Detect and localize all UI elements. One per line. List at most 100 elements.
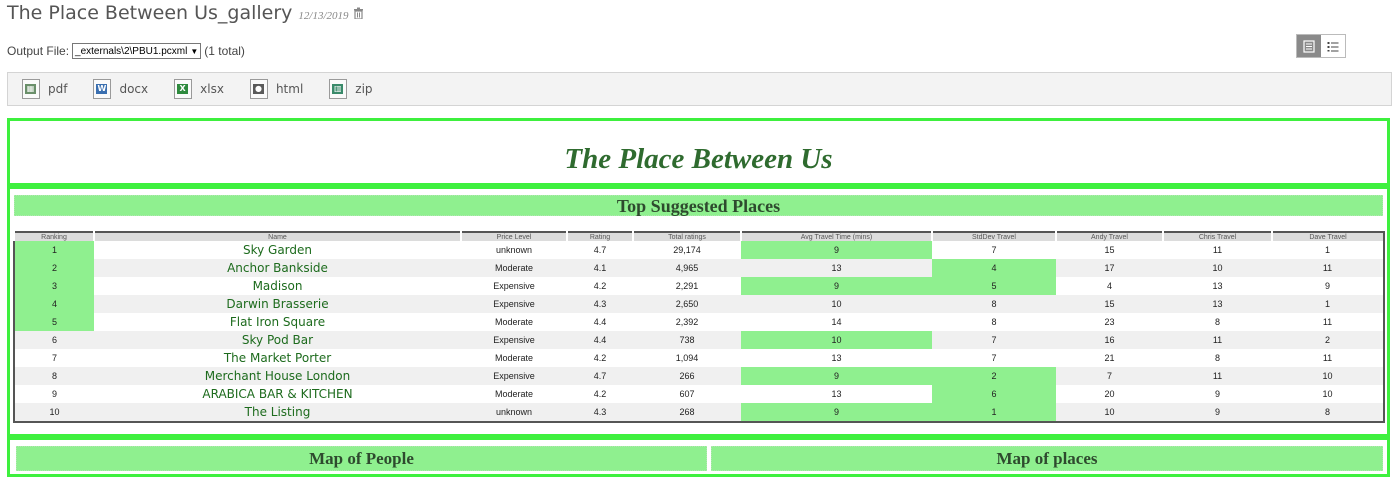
cell-name[interactable]: Darwin Brasserie bbox=[94, 295, 461, 313]
report-title: The Place Between Us bbox=[564, 143, 833, 175]
cell-chris-travel: 8 bbox=[1214, 353, 1220, 363]
cell-name[interactable]: Sky Garden bbox=[94, 241, 461, 259]
table-row: 8 Merchant House London Expensive 4.7 266 9 2 7… bbox=[14, 367, 1384, 385]
column-header-rating[interactable]: Rating bbox=[566, 232, 633, 241]
cell-dave-travel: 10 bbox=[1322, 389, 1333, 399]
top-places-table: Ranking Name Price Level Rating Total ra… bbox=[13, 231, 1385, 423]
export-pdf-button[interactable]: ▦ pdf bbox=[22, 79, 67, 99]
cell-name[interactable]: Anchor Bankside bbox=[94, 259, 461, 277]
cell-chris-travel: 9 bbox=[1163, 403, 1272, 422]
cell-name[interactable]: ARABICA BAR & KITCHEN bbox=[94, 385, 461, 403]
export-toolbar: ▦ pdf W docx X xlsx ● html ▥ zip bbox=[7, 72, 1392, 106]
cell-ranking: 10 bbox=[14, 403, 94, 422]
zip-file-icon: ▥ bbox=[329, 79, 348, 99]
cell-chris-travel: 11 bbox=[1163, 331, 1272, 349]
table-row: 6 Sky Pod Bar Expensive 4.4 738 10 7 16 11 2 bbox=[14, 331, 1384, 349]
column-header-price-level[interactable]: Price Level bbox=[460, 232, 567, 241]
table-row: 4 Darwin Brasserie Expensive 4.3 2,650 10 8 15 1… bbox=[14, 295, 1384, 313]
cell-chris-travel: 13 bbox=[1163, 295, 1272, 313]
cell-avg-travel: 9 bbox=[741, 241, 932, 259]
cell-avg-travel: 9 bbox=[741, 277, 932, 295]
cell-rating: 4.3 bbox=[567, 403, 633, 422]
cell-dave-travel: 1 bbox=[1324, 245, 1330, 255]
trash-icon[interactable] bbox=[353, 7, 364, 22]
cell-dave-travel: 11 bbox=[1272, 259, 1384, 277]
cell-rating: 4.7 bbox=[567, 367, 633, 385]
page-header: The Place Between Us_gallery 12/13/2019 bbox=[7, 2, 364, 28]
export-html-button[interactable]: ● html bbox=[249, 79, 304, 99]
cell-stddev-travel: 2 bbox=[932, 367, 1056, 385]
cell-rating: 4.4 bbox=[567, 331, 633, 349]
column-header-ranking[interactable]: Ranking bbox=[13, 232, 94, 241]
cell-avg-travel: 10 bbox=[741, 331, 932, 349]
cell-avg-travel: 9 bbox=[741, 403, 932, 422]
column-header-andy-travel[interactable]: Andy Travel bbox=[1055, 232, 1163, 241]
page-title: The Place Between Us_gallery bbox=[7, 2, 293, 24]
column-header-stddev-travel[interactable]: StdDev Travel bbox=[931, 232, 1056, 241]
cell-chris-travel: 13 bbox=[1212, 281, 1223, 291]
cell-rating: 4.3 bbox=[567, 295, 633, 313]
output-file-value: _externals\2\PBU1.pcxml bbox=[75, 45, 188, 57]
cell-name[interactable]: Flat Iron Square bbox=[94, 313, 461, 331]
chevron-down-icon: ▼ bbox=[190, 46, 199, 56]
cell-rating: 4.7 bbox=[593, 245, 607, 255]
cell-ranking: 2 bbox=[14, 259, 94, 277]
cell-rating: 4.2 bbox=[593, 353, 607, 363]
cell-rating: 4.2 bbox=[593, 389, 607, 399]
cell-ranking: 3 bbox=[14, 277, 94, 295]
cell-dave-travel: 10 bbox=[1272, 367, 1384, 385]
word-file-icon: W bbox=[93, 79, 112, 99]
cell-dave-travel: 11 bbox=[1322, 317, 1333, 327]
export-zip-button[interactable]: ▥ zip bbox=[329, 79, 373, 99]
cell-total-ratings: 607 bbox=[679, 389, 695, 399]
cell-ranking: 4 bbox=[14, 295, 94, 313]
list-view-icon[interactable] bbox=[1321, 35, 1345, 57]
cell-stddev-travel: 4 bbox=[932, 259, 1056, 277]
cell-rating: 4.1 bbox=[567, 259, 633, 277]
cell-price-level: Expensive bbox=[461, 295, 567, 313]
cell-name[interactable]: The Market Porter bbox=[94, 349, 461, 367]
export-docx-button[interactable]: W docx bbox=[93, 79, 148, 99]
cell-stddev-travel: 5 bbox=[932, 277, 1056, 295]
table-row: 1 Sky Garden unknown 4.7 29,174 9 7 15 11 1 bbox=[14, 241, 1384, 259]
cell-stddev-travel: 8 bbox=[991, 317, 997, 327]
column-header-avg-travel[interactable]: Avg Travel Time (mins) bbox=[740, 232, 932, 241]
output-file-select[interactable]: _externals\2\PBU1.pcxml ▼ bbox=[72, 43, 202, 59]
table-row: 10 The Listing unknown 4.3 268 9 1 10 9 8 bbox=[14, 403, 1384, 422]
cell-price-level: unknown bbox=[495, 245, 533, 255]
pdf-file-icon: ▦ bbox=[22, 79, 40, 99]
table-row: 2 Anchor Bankside Moderate 4.1 4,965 13 4 17 10 1… bbox=[14, 259, 1384, 277]
cell-price-level: unknown bbox=[461, 403, 567, 422]
cell-rating: 4.4 bbox=[593, 317, 607, 327]
cell-andy-travel: 16 bbox=[1056, 331, 1163, 349]
cell-stddev-travel: 7 bbox=[991, 353, 997, 363]
column-header-dave-travel[interactable]: Dave Travel bbox=[1271, 232, 1384, 241]
cell-total-ratings: 1,094 bbox=[675, 353, 699, 363]
cell-name[interactable]: Sky Pod Bar bbox=[94, 331, 461, 349]
cell-chris-travel: 11 bbox=[1163, 367, 1272, 385]
cell-name[interactable]: Madison bbox=[94, 277, 461, 295]
table-row: 5 Flat Iron Square Moderate 4.4 2,392 14 8 23 8 1… bbox=[14, 313, 1384, 331]
export-pdf-label: pdf bbox=[48, 82, 68, 96]
cell-name[interactable]: The Listing bbox=[94, 403, 461, 422]
column-header-name[interactable]: Name bbox=[93, 232, 461, 241]
cell-dave-travel: 11 bbox=[1322, 353, 1333, 363]
column-header-total-ratings[interactable]: Total ratings bbox=[632, 232, 741, 241]
output-file-row: Output File: _externals\2\PBU1.pcxml ▼ (1… bbox=[7, 43, 245, 59]
cell-chris-travel: 8 bbox=[1214, 317, 1220, 327]
export-docx-label: docx bbox=[119, 82, 149, 96]
table-row: 7 The Market Porter Moderate 4.2 1,094 13 7 21 8… bbox=[14, 349, 1384, 367]
column-header-chris-travel[interactable]: Chris Travel bbox=[1162, 232, 1272, 241]
cell-rating: 4.2 bbox=[593, 281, 607, 291]
table-row: 3 Madison Expensive 4.2 2,291 9 5 4 13 9 bbox=[14, 277, 1384, 295]
export-html-label: html bbox=[275, 82, 304, 96]
html-file-icon: ● bbox=[249, 79, 268, 99]
cell-avg-travel: 13 bbox=[831, 389, 842, 399]
export-xlsx-button[interactable]: X xlsx bbox=[174, 79, 224, 99]
grid-view-icon[interactable] bbox=[1297, 35, 1321, 57]
cell-stddev-travel: 6 bbox=[932, 385, 1056, 403]
cell-avg-travel: 10 bbox=[741, 295, 932, 313]
cell-total-ratings: 738 bbox=[633, 331, 741, 349]
page-date: 12/13/2019 bbox=[298, 10, 349, 22]
cell-name[interactable]: Merchant House London bbox=[94, 367, 461, 385]
